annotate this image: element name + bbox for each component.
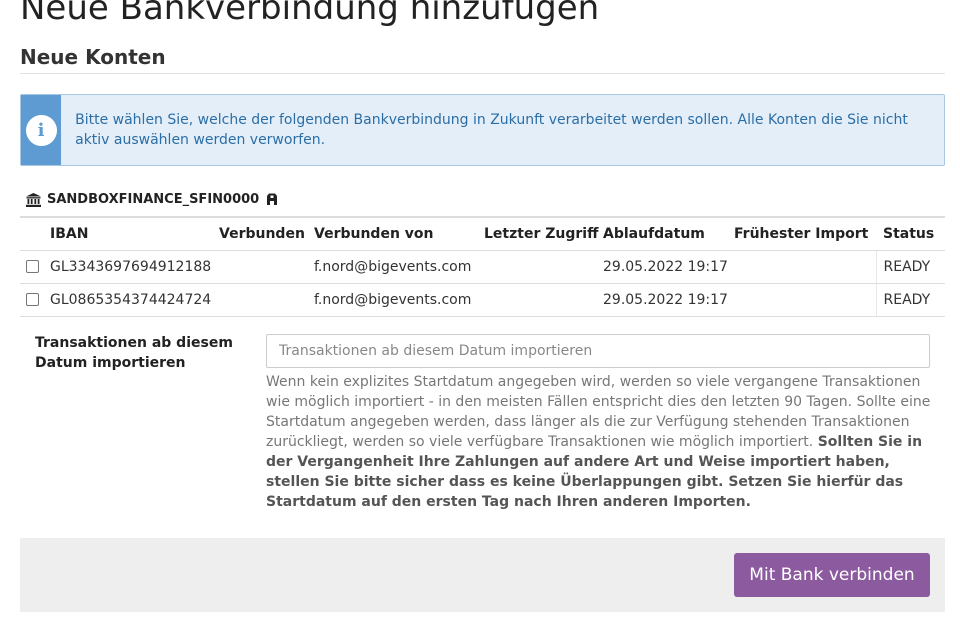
table-header-row: IBAN Verbunden Verbunden von Letzter Zug… — [20, 216, 945, 251]
table-row: GL3343697694912188 f.nord@bigevents.com … — [20, 250, 945, 284]
fruehester-import-cell — [734, 283, 876, 317]
iban-cell: GL0865354374424724 — [50, 283, 219, 317]
header-ablaufdatum: Ablaufdatum — [603, 216, 734, 251]
row-select-cell — [20, 250, 50, 284]
section-divider — [20, 73, 945, 74]
table-row: GL0865354374424724 f.nord@bigevents.com … — [20, 283, 945, 317]
row-checkbox[interactable] — [26, 293, 39, 306]
import-date-help: Wenn kein explizites Startdatum angegebe… — [266, 372, 934, 512]
info-icon: i — [25, 114, 57, 146]
verbunden-cell — [219, 250, 314, 284]
verbunden-von-cell: f.nord@bigevents.com — [314, 250, 484, 284]
header-fruehester-import: Frühester Import — [734, 216, 876, 251]
letzter-zugriff-cell — [484, 283, 603, 317]
header-iban: IBAN — [50, 216, 219, 251]
ablaufdatum-cell: 29.05.2022 19:17 — [603, 283, 734, 317]
accounts-table: IBAN Verbunden Verbunden von Letzter Zug… — [20, 216, 945, 317]
info-icon-column: i — [21, 95, 62, 165]
lock-icon — [267, 193, 278, 205]
status-cell: READY — [875, 250, 945, 284]
footer-panel: Mit Bank verbinden — [20, 538, 945, 612]
status-cell: READY — [875, 283, 945, 317]
row-select-cell — [20, 283, 50, 317]
verbunden-von-cell: f.nord@bigevents.com — [314, 283, 484, 317]
iban-cell: GL3343697694912188 — [50, 250, 219, 284]
header-letzter-zugriff: Letzter Zugriff — [484, 216, 603, 251]
fruehester-import-cell — [734, 250, 876, 284]
import-date-input[interactable] — [266, 334, 930, 368]
letzter-zugriff-cell — [484, 250, 603, 284]
header-select — [20, 216, 50, 251]
row-checkbox[interactable] — [26, 260, 39, 273]
header-verbunden-von: Verbunden von — [314, 216, 484, 251]
bank-header: SANDBOXFINANCE_SFIN0000 — [26, 192, 279, 207]
info-message: Bitte wählen Sie, welche der folgenden B… — [75, 112, 908, 148]
verbunden-cell — [219, 283, 314, 317]
import-date-label: Transaktionen ab diesem Datum importiere… — [35, 335, 233, 371]
section-title: Neue Konten — [20, 45, 166, 69]
bank-icon — [26, 192, 41, 207]
header-status: Status — [876, 216, 945, 251]
page-title: Neue Bankverbindung hinzufügen — [20, 0, 600, 28]
ablaufdatum-cell: 29.05.2022 19:17 — [603, 250, 734, 284]
info-alert: i Bitte wählen Sie, welche der folgenden… — [20, 94, 945, 166]
bank-name: SANDBOXFINANCE_SFIN0000 — [47, 192, 260, 207]
connect-bank-button[interactable]: Mit Bank verbinden — [734, 553, 930, 597]
header-verbunden: Verbunden — [219, 216, 314, 251]
